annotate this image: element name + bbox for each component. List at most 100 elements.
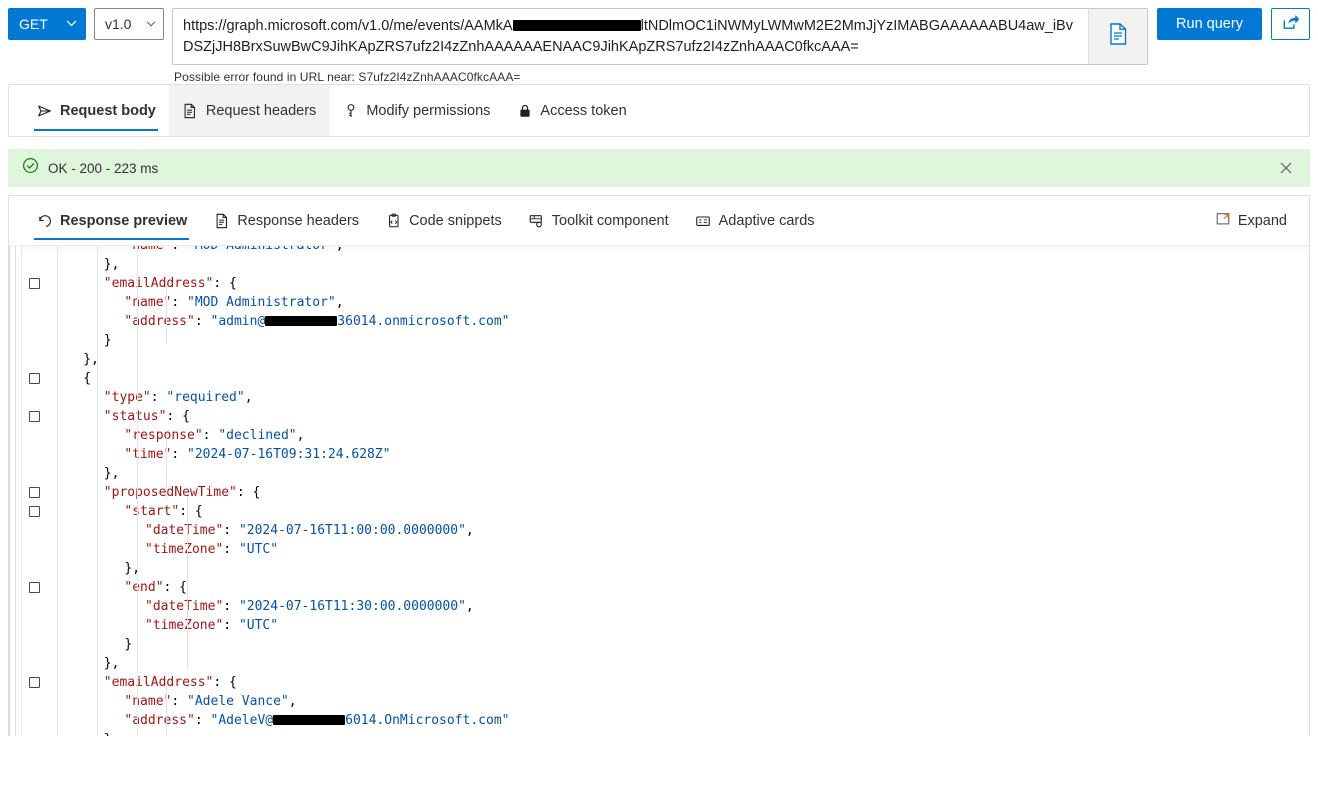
tab-response-headers[interactable]: Response headers (200, 196, 372, 245)
json-line-text: "time": "2024-07-16T09:31:24.628Z" (124, 445, 390, 464)
json-string-value: "UTC" (238, 618, 279, 633)
email-redaction-block (273, 714, 346, 725)
json-collapse-checkbox[interactable] (29, 582, 40, 593)
http-method-value: GET (19, 16, 48, 32)
url-prefix: https://graph.microsoft.com/v1.0/me/even… (183, 18, 513, 34)
api-version-dropdown[interactable]: v1.0 (94, 8, 164, 40)
card-icon (695, 212, 712, 229)
tab-modify-permissions[interactable]: Modify permissions (329, 85, 503, 136)
url-error-hint: Possible error found in URL near: S7ufz2… (174, 70, 521, 84)
json-punctuation: : (171, 447, 188, 462)
share-query-button[interactable] (1271, 8, 1310, 40)
json-key: "name" (124, 295, 172, 310)
json-line-text: "emailAddress": { (104, 274, 237, 293)
json-punctuation: : (194, 713, 211, 728)
tab-toolkit-component[interactable]: Toolkit component (515, 196, 682, 245)
json-line-text: "address": "admin@ 36014.onmicrosoft.com" (124, 312, 509, 331)
object-guide-line (187, 496, 188, 616)
json-punctuation: , (336, 246, 344, 253)
json-punctuation: }, (103, 466, 120, 481)
json-line: "type": "required", (9, 388, 1309, 407)
json-punctuation: : { (236, 485, 261, 500)
object-guide-line (166, 438, 167, 498)
json-string-value: "2024-07-16T11:30:00.0000000" (238, 599, 466, 614)
tab-access-token[interactable]: Access token (503, 85, 639, 136)
json-punctuation: , (335, 295, 344, 310)
json-line-text: } (104, 331, 112, 350)
tab-request-body[interactable]: Request body (23, 85, 169, 136)
json-line-text: "proposedNewTime": { (104, 483, 261, 502)
json-line-text: "name": "MOD Administrator", (124, 246, 343, 255)
json-line: }, (9, 654, 1309, 673)
document-lines-icon (213, 212, 230, 229)
close-icon[interactable] (1273, 155, 1299, 181)
request-panel: Request body Request headers Modify perm… (8, 84, 1310, 137)
json-punctuation: , (465, 523, 474, 538)
history-back-arrow-icon (36, 212, 53, 229)
json-line-text: "status": { (104, 407, 190, 426)
json-line: } (9, 635, 1309, 654)
json-key: "end" (124, 580, 164, 595)
json-collapse-checkbox[interactable] (29, 411, 40, 422)
tab-code-snippets[interactable]: Code snippets (372, 196, 515, 245)
json-line-text: "dateTime": "2024-07-16T11:00:00.0000000… (145, 521, 474, 540)
expand-label: Expand (1237, 212, 1287, 229)
json-line-text: "name": "MOD Administrator", (124, 293, 343, 312)
chevron-down-icon (146, 19, 156, 30)
sample-queries-doc-button[interactable] (1088, 9, 1147, 64)
key-person-icon (342, 102, 359, 119)
json-line-text: "address": "AdeleV@ 6014.OnMicrosoft.com" (124, 711, 509, 730)
response-tab-list: Response preview Response headers Code s… (9, 196, 1309, 246)
json-line: "address": "admin@ 36014.onmicrosoft.com" (9, 312, 1309, 331)
tab-response-preview[interactable]: Response preview (23, 196, 200, 245)
json-line: "emailAddress": { (9, 673, 1309, 692)
json-line-text: }, (104, 255, 120, 274)
json-collapse-checkbox[interactable] (29, 487, 40, 498)
json-line-text: } (104, 730, 112, 736)
json-collapse-checkbox[interactable] (29, 373, 40, 384)
tab-request-headers[interactable]: Request headers (168, 85, 330, 136)
response-body-viewer[interactable]: "name": "MOD Administrator",}, "emailAddr… (9, 246, 1309, 736)
json-key: "address" (124, 713, 195, 728)
chevron-down-icon (66, 19, 77, 30)
code-clipboard-icon (385, 212, 402, 229)
status-text: OK - 200 - 223 ms (48, 160, 159, 176)
json-string-value: "2024-07-16T11:00:00.0000000" (238, 523, 466, 538)
indent-guide-line (97, 246, 98, 736)
url-input[interactable]: https://graph.microsoft.com/v1.0/me/even… (173, 9, 1088, 64)
json-key: "timeZone" (145, 542, 224, 557)
json-punctuation: }, (103, 257, 120, 272)
json-string-value: "MOD Administrator" (187, 246, 336, 253)
json-line-text: "timeZone": "UTC" (145, 540, 278, 559)
json-key: "status" (103, 409, 167, 424)
object-guide-line (166, 284, 167, 344)
json-line-text: "type": "required", (104, 388, 253, 407)
json-line-text: }, (104, 654, 120, 673)
json-collapse-checkbox[interactable] (29, 677, 40, 688)
response-status-bar: OK - 200 - 223 ms (8, 149, 1310, 187)
json-collapse-checkbox[interactable] (29, 278, 40, 289)
expand-icon (1215, 211, 1231, 231)
json-key: "name" (124, 694, 172, 709)
run-query-button[interactable]: Run query (1157, 8, 1262, 40)
expand-response-button[interactable]: Expand (1207, 206, 1295, 236)
json-key: "start" (124, 504, 180, 519)
json-collapse-checkbox[interactable] (29, 506, 40, 517)
graph-explorer-app: GET v1.0 https://graph.microsoft.com/v1.… (0, 0, 1318, 795)
json-punctuation: : (223, 542, 239, 557)
json-punctuation: : (202, 428, 219, 443)
tab-adaptive-cards[interactable]: Adaptive cards (682, 196, 828, 245)
json-punctuation: : { (213, 276, 237, 291)
url-input-box[interactable]: https://graph.microsoft.com/v1.0/me/even… (172, 8, 1148, 65)
json-line-text: "timeZone": "UTC" (145, 616, 278, 635)
email-redaction-block (265, 315, 338, 326)
json-line-text: "end": { (124, 578, 187, 597)
json-punctuation: , (244, 390, 253, 405)
send-paper-plane-icon (36, 102, 53, 119)
json-line-text: } (124, 635, 132, 654)
tab-label: Modify permissions (366, 102, 491, 119)
share-icon (1281, 12, 1300, 36)
json-line: } (9, 730, 1309, 736)
http-method-dropdown[interactable]: GET (8, 8, 86, 40)
document-icon (1109, 23, 1128, 50)
